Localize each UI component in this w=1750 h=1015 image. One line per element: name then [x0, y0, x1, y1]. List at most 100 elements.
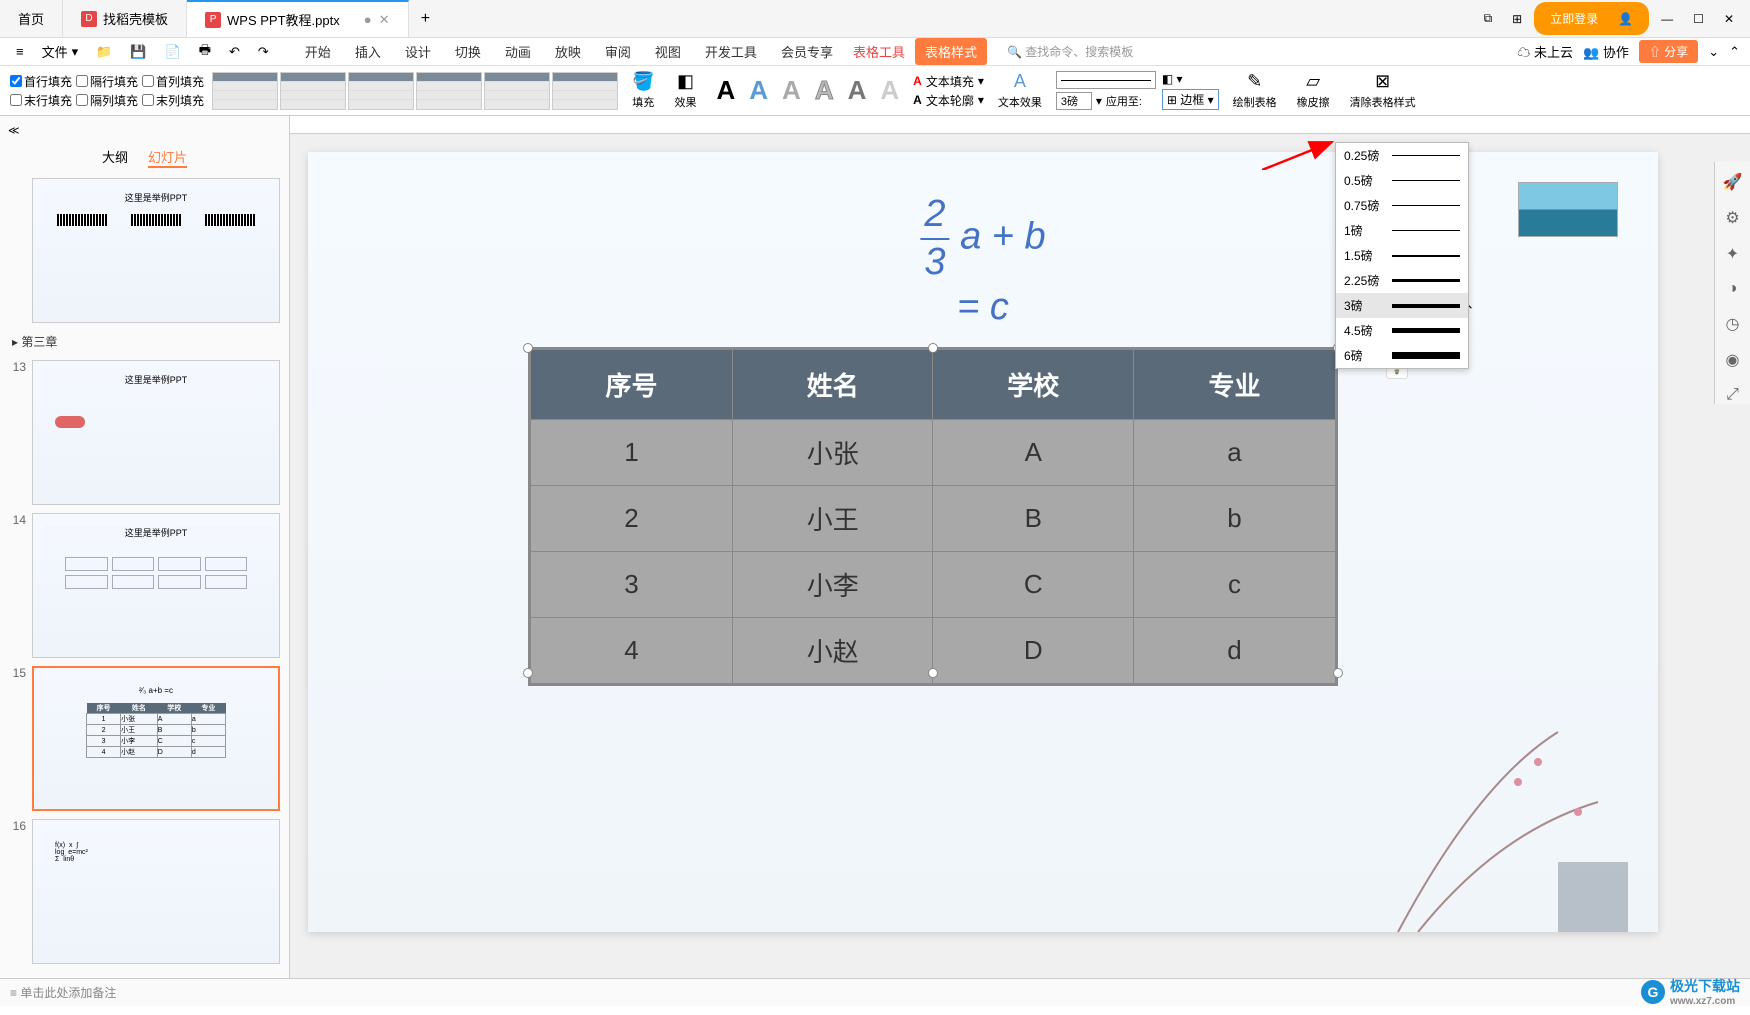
menu-tab[interactable]: 开发工具	[695, 38, 767, 65]
weight-option[interactable]: 0.25磅	[1336, 143, 1468, 168]
chk-last-row[interactable]: 末行填充	[10, 92, 72, 109]
slide-table[interactable]: 序号姓名学校专业 1小张Aa2小王Bb3小李Cc4小赵Dd	[528, 347, 1338, 686]
weight-option[interactable]: 1.5磅	[1336, 243, 1468, 268]
style-item[interactable]	[280, 72, 346, 110]
style-item[interactable]	[484, 72, 550, 110]
tab-home[interactable]: 首页	[0, 0, 63, 37]
maximize-icon[interactable]: ☐	[1685, 8, 1712, 30]
wordart-item[interactable]: A	[809, 75, 840, 106]
effect-button[interactable]: ◧效果	[668, 71, 702, 110]
table-row[interactable]: 2小王Bb	[530, 486, 1337, 552]
chk-alt-row[interactable]: 隔行填充	[76, 73, 138, 90]
undo-icon[interactable]: ↶	[223, 42, 246, 62]
line-weight-dropdown[interactable]: 0.25磅0.5磅0.75磅1磅1.5磅2.25磅3磅4.5磅6磅	[1335, 142, 1469, 369]
menu-table-style[interactable]: 表格样式	[915, 38, 987, 65]
menu-tab[interactable]: 会员专享	[771, 38, 843, 65]
tab-template[interactable]: D 找稻壳模板	[63, 0, 187, 37]
table-row[interactable]: 3小李Cc	[530, 552, 1337, 618]
redo-icon[interactable]: ↷	[252, 42, 275, 62]
minimize-icon[interactable]: —	[1653, 8, 1681, 30]
menu-tab[interactable]: 审阅	[595, 38, 641, 65]
draw-table-button[interactable]: ✎绘制表格	[1227, 71, 1283, 110]
cloud-status[interactable]: ☁ 未上云	[1517, 42, 1573, 61]
weight-option[interactable]: 3磅	[1336, 293, 1468, 318]
slide-thumb-16[interactable]: f(x) x ∫log e=mc²Σ linθ	[32, 819, 280, 964]
outline-tab[interactable]: 大纲	[102, 147, 128, 168]
share-button[interactable]: ⇧ 分享	[1639, 40, 1698, 63]
clear-style-button[interactable]: ⊠清除表格样式	[1344, 71, 1422, 110]
sparkle-icon[interactable]: ✦	[1726, 244, 1739, 264]
beach-image[interactable]	[1518, 182, 1618, 237]
tab-close[interactable]: ● ✕	[364, 12, 390, 28]
clock-icon[interactable]: ◷	[1726, 314, 1740, 334]
weight-option[interactable]: 6磅	[1336, 343, 1468, 368]
slides-tab[interactable]: 幻灯片	[148, 147, 187, 168]
export-icon[interactable]: 📄	[159, 42, 187, 62]
weight-option[interactable]: 0.75磅	[1336, 193, 1468, 218]
more-icon[interactable]: ⌃	[1729, 44, 1740, 60]
slide-thumb-14[interactable]: 这里是举例PPT	[32, 513, 280, 658]
chk-first-col[interactable]: 首列填充	[142, 73, 204, 90]
rocket-icon[interactable]: 🚀	[1723, 172, 1743, 192]
text-effect-button[interactable]: A文本效果	[992, 71, 1048, 110]
menu-table-tools[interactable]: 表格工具	[843, 38, 915, 65]
tab-new[interactable]: +	[409, 10, 442, 28]
weight-dropdown-arrow[interactable]: ▾	[1096, 94, 1102, 108]
chk-alt-col[interactable]: 隔列填充	[76, 92, 138, 109]
slide-thumb-13[interactable]: 这里是举例PPT	[32, 360, 280, 505]
chk-first-row[interactable]: 首行填充	[10, 73, 72, 90]
menu-tab[interactable]: 动画	[495, 38, 541, 65]
collab-button[interactable]: 👥 协作	[1583, 42, 1629, 61]
close-icon[interactable]: ✕	[1716, 8, 1742, 30]
menu-tab[interactable]: 视图	[645, 38, 691, 65]
weight-option[interactable]: 1磅	[1336, 218, 1468, 243]
chk-last-col[interactable]: 末列填充	[142, 92, 204, 109]
dropdown-icon[interactable]: ⌄	[1708, 44, 1719, 60]
text-outline-button[interactable]: A文本轮廓 ▾	[913, 92, 984, 109]
wordart-item[interactable]: A	[743, 75, 774, 106]
section-header[interactable]: ▸ 第三章	[4, 327, 285, 356]
wordart-item[interactable]: A	[710, 75, 741, 106]
wordart-item[interactable]: A	[842, 75, 873, 106]
hamburger-icon[interactable]: ≡	[10, 42, 30, 61]
style-item[interactable]	[416, 72, 482, 110]
palette-icon[interactable]: ◑	[1728, 280, 1738, 298]
table-style-gallery[interactable]	[212, 72, 618, 110]
style-item[interactable]	[348, 72, 414, 110]
menu-tab[interactable]: 放映	[545, 38, 591, 65]
save-icon[interactable]: 💾	[124, 42, 152, 62]
line-weight-input[interactable]	[1056, 92, 1092, 110]
notes-panel[interactable]: ≡ 单击此处添加备注	[0, 978, 1750, 1006]
collapse-panel[interactable]: ≪	[4, 120, 285, 141]
border-button[interactable]: ⊞ 边框 ▾	[1162, 89, 1219, 110]
text-fill-button[interactable]: A文本填充 ▾	[913, 73, 984, 90]
login-button[interactable]: 立即登录 👤	[1534, 2, 1649, 35]
slide-thumb-15[interactable]: ²⁄₃ a+b =c 序号姓名学校专业1小张Aa2小王Bb3小李Cc4小赵Dd	[32, 666, 280, 811]
menu-tab[interactable]: 设计	[395, 38, 441, 65]
wordart-gallery[interactable]: A A A A A A	[710, 75, 905, 106]
layout-icon[interactable]: ⧉	[1476, 7, 1501, 30]
style-item[interactable]	[212, 72, 278, 110]
settings-icon[interactable]: ⚙	[1725, 208, 1739, 228]
weight-option[interactable]: 4.5磅	[1336, 318, 1468, 343]
fill-button[interactable]: 🪣填充	[626, 71, 660, 110]
menu-tab[interactable]: 插入	[345, 38, 391, 65]
tab-file[interactable]: P WPS PPT教程.pptx ● ✕	[187, 0, 409, 37]
wordart-item[interactable]: A	[874, 75, 905, 106]
table-row[interactable]: 1小张Aa	[530, 420, 1337, 486]
slide-thumb[interactable]: 这里是举例PPT	[32, 178, 280, 323]
weight-option[interactable]: 2.25磅	[1336, 268, 1468, 293]
shading-button[interactable]: ◧ ▾	[1162, 72, 1219, 86]
add-slide-button[interactable]: +	[4, 968, 285, 978]
file-menu[interactable]: 文件▾	[36, 40, 85, 63]
expand-icon[interactable]: ⤢	[1726, 386, 1739, 404]
search-input[interactable]: 🔍 查找命令、搜索模板	[1007, 43, 1133, 60]
grid-icon[interactable]: ⊞	[1504, 8, 1530, 30]
wordart-item[interactable]: A	[776, 75, 807, 106]
weight-option[interactable]: 0.5磅	[1336, 168, 1468, 193]
eraser-button[interactable]: ▱橡皮擦	[1291, 71, 1336, 110]
open-icon[interactable]: 📁	[90, 42, 118, 62]
location-icon[interactable]: ◉	[1726, 350, 1740, 370]
style-item[interactable]	[552, 72, 618, 110]
menu-tab[interactable]: 切换	[445, 38, 491, 65]
